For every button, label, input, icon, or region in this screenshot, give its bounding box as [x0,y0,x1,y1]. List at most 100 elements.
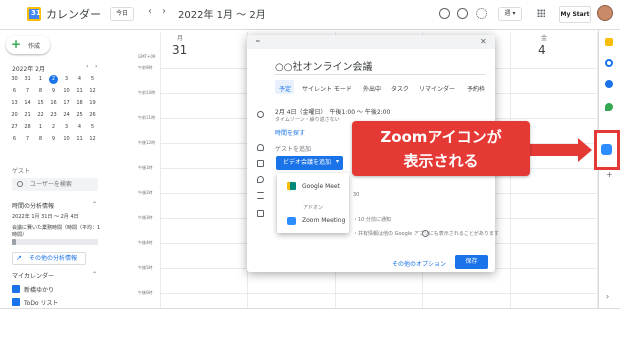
day-number[interactable]: 4 [538,43,546,57]
mini-calendar-day[interactable]: 14 [21,99,34,108]
keep-icon[interactable] [605,38,613,46]
mini-calendar-day[interactable]: 7 [21,87,34,96]
dropdown-arrow-icon[interactable]: ▾ [336,158,339,165]
callout-line-1: Zoomアイコンが [380,128,502,146]
mini-calendar-day[interactable]: 11 [73,87,86,96]
mini-calendar-day[interactable]: 8 [34,135,47,144]
today-button[interactable]: 今日 [110,7,134,21]
event-title-input[interactable]: ○○社オンライン会議 [275,58,372,73]
help-icon[interactable] [422,230,429,237]
mini-next-button[interactable]: › [95,63,97,70]
mini-calendar-day[interactable]: 31 [21,75,34,84]
mini-calendar-day[interactable]: 2 [47,123,60,132]
day-number[interactable]: 31 [172,43,187,57]
mini-calendar-day[interactable]: 15 [34,99,47,108]
add-video-conference-button[interactable]: ビデオ会議を追加 [276,156,343,170]
time-label: 午後6時 [138,290,153,295]
mini-calendar-day[interactable]: 7 [21,135,34,144]
timezone-note[interactable]: タイムゾーン・繰り返さない [275,116,340,123]
help-icon[interactable] [457,8,468,19]
chevron-up-icon[interactable]: ⌃ [92,201,97,208]
close-icon[interactable]: ✕ [480,37,487,46]
search-icon[interactable] [439,8,450,19]
mini-calendar-day[interactable]: 2 [49,75,58,84]
mini-calendar-day[interactable]: 1 [34,75,47,84]
next-week-button[interactable]: › [162,6,166,17]
more-options-button[interactable]: その他のオプション [392,259,446,268]
mini-calendar-day[interactable]: 16 [47,99,60,108]
mini-calendar-day[interactable]: 4 [73,75,86,84]
calendar-checkbox[interactable] [12,285,20,293]
mini-calendar-day[interactable]: 5 [86,123,99,132]
tab-reminder[interactable]: リマインダー [419,84,455,93]
save-button[interactable]: 保存 [455,255,488,269]
mini-calendar-day[interactable]: 26 [86,111,99,120]
notification-note[interactable]: ・10 分前に通知 [353,216,391,223]
mini-calendar-day[interactable]: 12 [86,135,99,144]
mini-calendar-day[interactable]: 10 [60,87,73,96]
tab-focus-time[interactable]: サイレント モード [302,84,352,93]
prev-week-button[interactable]: ‹ [148,6,152,17]
tab-event[interactable]: 予定 [279,84,291,93]
mini-calendar-day[interactable]: 10 [60,135,73,144]
mini-calendar-day[interactable]: 11 [73,135,86,144]
avatar[interactable] [597,5,613,21]
mini-prev-button[interactable]: ‹ [86,63,88,70]
find-time-link[interactable]: 時間を探す [275,128,305,137]
mini-calendar-day[interactable]: 17 [60,99,73,108]
tab-booking[interactable]: 予約枠 [467,84,485,93]
time-label: 午前11時 [138,115,156,120]
mini-calendar-day[interactable]: 8 [34,87,47,96]
chevron-up-icon[interactable]: ⌃ [92,271,97,278]
mini-calendar-day[interactable]: 20 [8,111,21,120]
mini-calendar-day[interactable]: 23 [47,111,60,120]
mini-calendar-day[interactable]: 27 [8,123,21,132]
mini-calendar-day[interactable]: 3 [60,123,73,132]
view-select[interactable]: 週 ▾ [498,7,522,21]
time-label: 午後2時 [138,190,153,195]
more-insights-button[interactable]: その他の分析情報 [12,252,86,265]
time-insights-range: 2022年 1月 31日 〜 2月 4日 [12,214,79,220]
zoom-meeting-option[interactable]: Zoom Meeting [302,217,345,224]
user-search-input[interactable]: ユーザーを検索 [12,178,98,191]
calendar-name: ToDo リスト [24,300,59,307]
event-datetime[interactable]: 2月 4日（金曜日） 午後1:00 〜 午後2:00 [275,107,390,116]
mini-calendar-day[interactable]: 13 [8,99,21,108]
add-guest-input[interactable]: ゲストを追加 [275,144,311,153]
mini-calendar-day[interactable]: 19 [86,99,99,108]
mini-calendar-day[interactable]: 24 [60,111,73,120]
mini-calendar-day[interactable]: 28 [21,123,34,132]
tasks-icon[interactable] [605,59,613,67]
mini-calendar-day[interactable]: 12 [86,87,99,96]
mini-calendar-day[interactable]: 6 [8,135,21,144]
mini-calendar-day[interactable]: 9 [47,135,60,144]
mini-calendar-day[interactable]: 5 [86,75,99,84]
mini-calendar-day[interactable]: 6 [8,87,21,96]
dialog-header [247,35,495,49]
mini-calendar-day[interactable]: 18 [73,99,86,108]
location-icon [257,176,264,183]
mini-calendar-day[interactable]: 9 [47,87,60,96]
gear-icon[interactable] [476,8,487,19]
mini-calendar-day[interactable]: 3 [60,75,73,84]
apps-grid-icon[interactable] [537,9,545,17]
tab-task[interactable]: タスク [391,84,409,93]
mini-calendar-day[interactable]: 4 [73,123,86,132]
zoom-icon [287,217,296,225]
callout-arrow [528,144,580,156]
mini-calendar-day[interactable]: 1 [34,123,47,132]
expand-panel-icon[interactable]: › [606,292,609,301]
tab-out-of-office[interactable]: 外出中 [363,84,381,93]
drag-handle-icon[interactable]: ═ [256,38,260,45]
mini-calendar-title: 2022年 2月 [12,66,45,73]
zoom-addon-icon[interactable] [601,144,612,155]
calendar-checkbox[interactable] [12,298,20,306]
add-addon-icon[interactable]: + [606,170,613,179]
mini-calendar-day[interactable]: 22 [34,111,47,120]
contacts-icon[interactable] [605,80,613,88]
mini-calendar-day[interactable]: 30 [8,75,21,84]
google-meet-option[interactable]: Google Meet [302,183,340,190]
mini-calendar-day[interactable]: 21 [21,111,34,120]
mini-calendar-day[interactable]: 25 [73,111,86,120]
maps-icon[interactable] [605,103,613,111]
